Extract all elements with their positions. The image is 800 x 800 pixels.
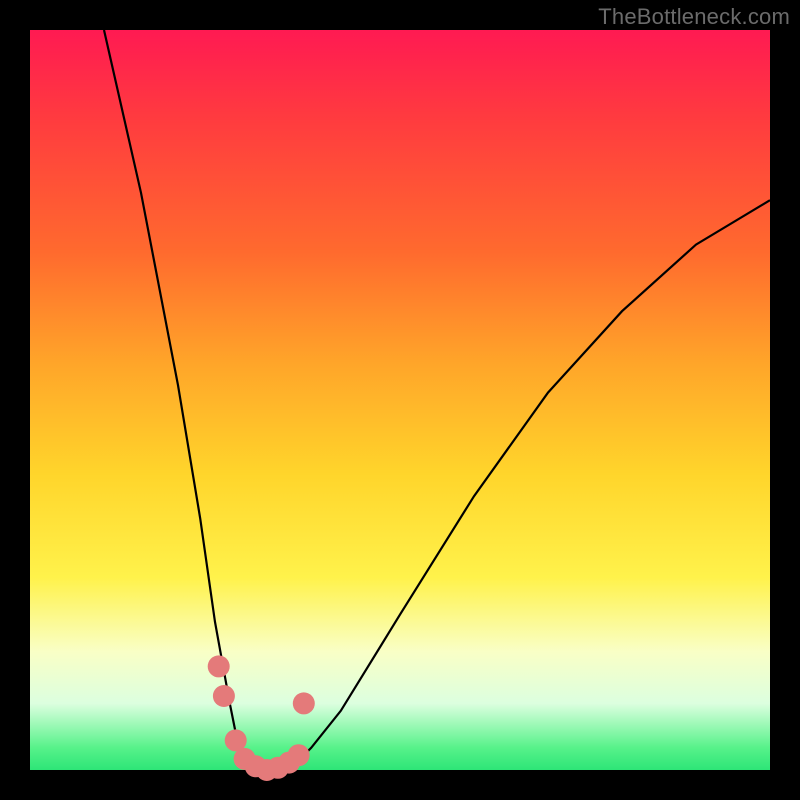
curve-marker [208, 655, 230, 677]
plot-area [30, 30, 770, 770]
curve-marker [293, 692, 315, 714]
curve-svg [30, 30, 770, 770]
curve-marker [288, 744, 310, 766]
curve-marker [213, 685, 235, 707]
marker-group [208, 655, 315, 781]
watermark-text: TheBottleneck.com [598, 4, 790, 30]
bottleneck-curve [104, 30, 770, 770]
chart-stage: TheBottleneck.com [0, 0, 800, 800]
